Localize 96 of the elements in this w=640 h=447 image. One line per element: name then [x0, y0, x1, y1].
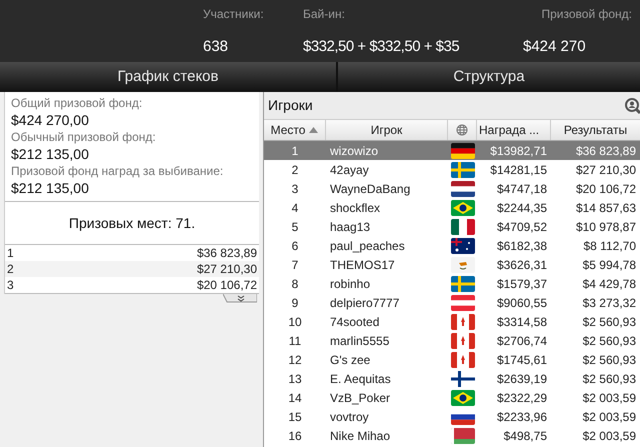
place-cell-text: 12: [287, 352, 303, 368]
sort-ascending-icon: [309, 127, 318, 133]
globe-icon: [456, 124, 468, 136]
player-name: THEMOS17: [329, 256, 396, 274]
tab[interactable]: Структура: [338, 62, 640, 92]
payout-amount: $20 106,72: [196, 277, 257, 294]
column-label: Место: [270, 122, 306, 139]
bounty-cell-text: $1745,61: [496, 352, 548, 368]
place-cell-text: 14: [287, 390, 303, 406]
place-cell-text: 3: [290, 180, 300, 198]
player-name: VzB_Poker: [329, 390, 392, 406]
payout-place: 2: [7, 261, 14, 278]
buyin-value: $332,50 + $332,50 + $35: [303, 37, 460, 57]
player-name: Nike Mihao: [329, 428, 392, 444]
column-header[interactable]: Место: [264, 120, 326, 140]
prize-label: Призовой фонд наград за выбивание:: [11, 164, 224, 179]
result-cell-text: $14 857,63: [574, 200, 637, 216]
payout-amount: $36 823,89: [196, 245, 257, 262]
player-name: haag13: [329, 218, 372, 236]
paid-places-text: Призовых мест: 71.: [68, 214, 196, 233]
player-row[interactable]: 1 wizowizo $13982,71 $36 823,89: [264, 141, 640, 160]
bounty-cell-text: $2706,74: [496, 332, 548, 350]
result-cell-text: $5 994,78: [582, 256, 637, 274]
prize-value: $212 135,00: [11, 145, 90, 163]
result-cell-text: $2 003,59: [582, 408, 637, 426]
column-header[interactable]: Игрок: [326, 120, 448, 140]
buyin-label: Бай-ин:: [303, 6, 346, 23]
place-cell-text: 10: [287, 314, 303, 330]
player-name: shockflex: [329, 200, 382, 216]
player-name: paul_peaches: [329, 238, 406, 254]
result-cell-text: $2 560,93: [582, 332, 637, 350]
result-cell-text: $4 429,78: [582, 276, 637, 292]
result-cell-text: $36 823,89: [574, 142, 637, 160]
place-cell-text: 11: [288, 332, 302, 350]
bounty-cell-text: $2233,96: [496, 408, 548, 426]
payout-amount: $27 210,30: [196, 261, 257, 278]
player-name: 74sooted: [329, 314, 380, 330]
result-cell-text: $3 273,32: [582, 294, 637, 312]
place-cell-text: 13: [287, 370, 303, 388]
result-cell-text: $10 978,87: [574, 218, 637, 236]
prize-label: Обычный призовой фонд:: [11, 130, 157, 145]
bounty-cell-text: $14281,15: [489, 162, 548, 178]
player-name: delpiero7777: [329, 294, 400, 312]
result-cell-text: $2 560,93: [582, 314, 637, 330]
result-cell-text: $2 560,93: [582, 352, 637, 368]
place-cell-text: 6: [290, 238, 300, 254]
result-cell-text: $2 003,59: [582, 390, 637, 406]
player-name: vovtroy: [329, 408, 370, 426]
player-name: G's zee: [329, 352, 372, 368]
column-header[interactable]: Награда ...: [477, 120, 551, 140]
player-name: WayneDaBang: [329, 180, 412, 198]
place-cell-text: 4: [290, 200, 300, 216]
bounty-cell-text: $13982,71: [489, 142, 548, 160]
expand-icon[interactable]: [223, 294, 257, 304]
players-title: Игроки: [268, 96, 313, 115]
bounty-cell-text: $2244,35: [496, 200, 548, 216]
result-cell-text: $2 560,93: [582, 370, 637, 388]
bounty-cell-text: $6182,38: [496, 238, 548, 254]
bounty-cell-text: $4709,52: [496, 218, 548, 236]
result-cell-text: $27 210,30: [574, 162, 637, 178]
place-cell-text: 2: [290, 162, 300, 178]
place-cell-text: 8: [290, 276, 300, 292]
column-header[interactable]: Результаты: [551, 120, 640, 140]
bounty-cell-text: $4747,18: [496, 180, 548, 198]
player-name: robinho: [329, 276, 372, 292]
prize-label: Общий призовой фонд:: [11, 96, 144, 111]
bounty-cell-text: $2322,29: [496, 390, 548, 406]
place-cell-text: 7: [290, 256, 300, 274]
player-name: marlin5555: [329, 332, 390, 350]
player-name: 42ayay: [329, 162, 370, 178]
entrants-value: 638: [203, 37, 230, 57]
entrants-label: Участники:: [203, 6, 265, 23]
bounty-cell-text: $498,75: [502, 428, 548, 444]
bounty-cell-text: $9060,55: [496, 294, 548, 312]
prizepool-value: $424 270: [523, 37, 586, 57]
place-cell-text: 15: [287, 408, 303, 426]
prize-value: $424 270,00: [11, 111, 90, 129]
result-cell-text: $8 112,70: [582, 238, 637, 254]
payout-place: 1: [7, 245, 14, 262]
place-cell-text: 16: [287, 428, 303, 444]
bounty-cell-text: $1579,37: [496, 276, 548, 292]
search-icon[interactable]: [624, 96, 640, 114]
place-cell-text: 9: [290, 294, 300, 312]
place-cell-text: 5: [290, 218, 300, 236]
bounty-cell-text: $2639,19: [496, 370, 548, 388]
bounty-cell-text: $3314,58: [496, 314, 548, 330]
prize-value: $212 135,00: [11, 179, 90, 197]
result-cell-text: $20 106,72: [574, 180, 637, 198]
payout-place: 3: [7, 277, 14, 294]
tab[interactable]: График стеков: [0, 62, 336, 92]
result-cell-text: $2 003,59: [582, 428, 637, 444]
player-name: E. Aequitas: [329, 370, 392, 388]
player-name: wizowizo: [329, 142, 380, 160]
bounty-cell-text: $3626,31: [496, 256, 548, 274]
prizepool-label: Призовой фонд:: [541, 6, 632, 23]
place-cell-text: 1: [290, 142, 300, 160]
